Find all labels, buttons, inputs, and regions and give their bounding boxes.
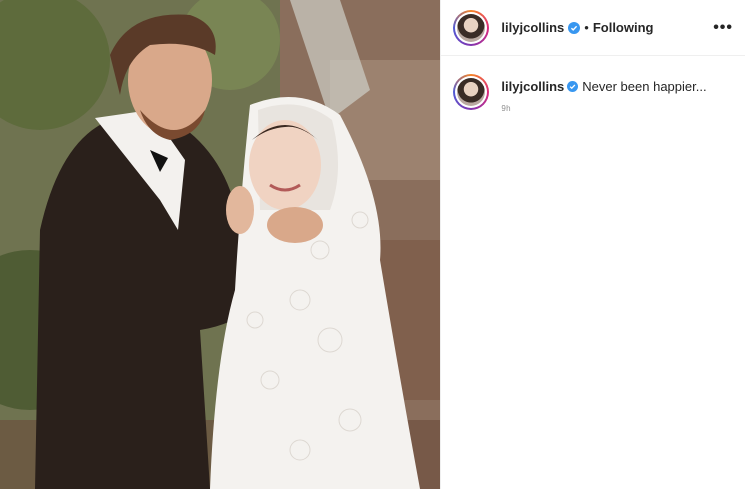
post-header: lilyjcollins • Following ••• — [441, 0, 745, 56]
post-timestamp[interactable]: 9h — [501, 101, 706, 117]
instagram-post: lilyjcollins • Following ••• lilyjcollin… — [0, 0, 745, 489]
more-options-icon[interactable]: ••• — [713, 19, 733, 36]
post-photo[interactable] — [0, 0, 441, 489]
caption: lilyjcollins Never been happier... 9h — [441, 56, 745, 117]
caption-text: Never been happier... — [582, 79, 707, 94]
following-button[interactable]: Following — [593, 20, 654, 35]
verified-badge-icon — [567, 81, 579, 92]
wedding-photo-illustration — [0, 0, 441, 489]
post-sidebar: lilyjcollins • Following ••• lilyjcollin… — [440, 0, 745, 489]
caption-username[interactable]: lilyjcollins — [501, 79, 564, 94]
verified-badge-icon — [568, 21, 581, 34]
username-link[interactable]: lilyjcollins — [501, 20, 564, 35]
caption-avatar[interactable] — [453, 74, 490, 110]
separator-dot: • — [584, 20, 589, 35]
avatar[interactable] — [453, 9, 490, 46]
